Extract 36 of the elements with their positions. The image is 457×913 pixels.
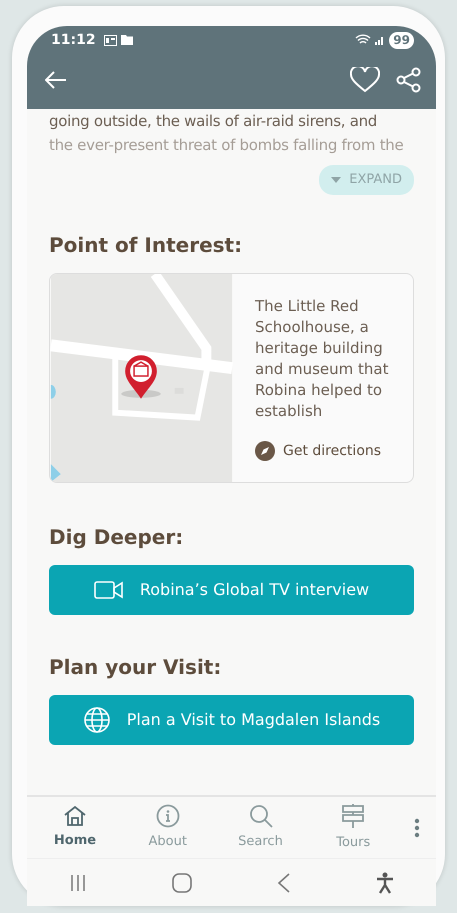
wifi-icon <box>355 34 372 46</box>
status-time: 11:12 <box>51 30 96 50</box>
back-chevron-icon[interactable] <box>276 872 291 892</box>
info-icon <box>156 804 180 828</box>
section-heading: Point of Interest: <box>49 232 244 256</box>
share-icon[interactable] <box>396 66 422 92</box>
calendar-icon <box>104 34 117 46</box>
nav-tab[interactable]: Search <box>220 804 300 852</box>
caret-icon <box>331 176 342 183</box>
poi-description: The Little Red Schoolhouse, a heritage building and museum that Robina helped to establish <box>255 296 390 422</box>
get-directions-link[interactable]: Get directions <box>255 440 395 462</box>
signal-icon <box>375 35 386 45</box>
globe-icon <box>82 706 111 734</box>
more-icon[interactable] <box>414 818 420 838</box>
heart-icon[interactable] <box>350 66 380 92</box>
section-heading: Dig Deeper: <box>49 524 184 548</box>
signpost-icon <box>341 802 366 829</box>
expand-button[interactable]: EXPAND <box>319 165 414 194</box>
tv-interview-button[interactable]: Robina’s Global TV interview <box>49 564 414 614</box>
section-heading: Plan your Visit: <box>49 654 222 678</box>
battery-level: 99 <box>389 32 414 48</box>
plan-visit-button[interactable]: Plan a Visit to Magdalen Islands <box>49 694 414 744</box>
folder-icon <box>120 35 133 45</box>
compass-icon <box>255 441 275 461</box>
recent-apps-icon[interactable] <box>69 874 88 892</box>
search-icon <box>248 804 272 828</box>
accessibility-icon[interactable] <box>376 872 394 894</box>
back-arrow-icon[interactable] <box>45 70 67 88</box>
story-text: the ever-present threat of bombs falling from the <box>49 135 404 156</box>
nav-tab[interactable]: About <box>128 804 208 852</box>
nav-tab[interactable]: Tours <box>313 802 394 852</box>
story-text: going outside, the wails of air-raid sirens, and <box>49 111 378 132</box>
nav-tab[interactable]: Home <box>35 804 115 850</box>
home-button-icon[interactable] <box>172 872 192 892</box>
video-camera-icon <box>94 580 124 600</box>
home-icon <box>63 804 87 827</box>
